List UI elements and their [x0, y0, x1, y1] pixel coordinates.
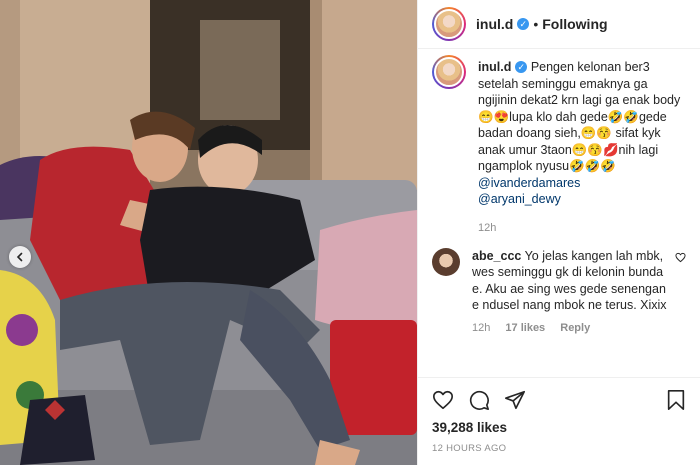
post-photo[interactable]: [0, 0, 417, 465]
likes-count[interactable]: 39,288 likes: [432, 420, 686, 435]
heart-icon: [433, 390, 453, 410]
commenter-avatar[interactable]: [432, 247, 460, 276]
caption-text: Pengen kelonan ber3 setelah seminggu ema…: [478, 60, 681, 173]
caption-text-block: inul.d ✓ Pengen kelonan ber3 setelah semi…: [478, 59, 686, 208]
comment-like-button[interactable]: [675, 250, 686, 314]
comments-area: inul.d ✓ Pengen kelonan ber3 setelah semi…: [418, 49, 700, 377]
caption-avatar[interactable]: [432, 55, 466, 89]
caption-mention[interactable]: @aryani_dewy: [478, 191, 686, 208]
chevron-left-icon: [16, 252, 23, 262]
post-sidebar: inul.d ✓ • Following inul.d ✓ Pengen kelo…: [417, 0, 700, 465]
save-button[interactable]: [666, 389, 686, 411]
post-header: inul.d ✓ • Following: [418, 0, 700, 49]
separator-dot: •: [533, 16, 539, 32]
verified-icon: ✓: [517, 18, 530, 30]
following-button[interactable]: Following: [542, 16, 607, 32]
comment-age[interactable]: 12h: [472, 322, 490, 334]
comment-likes[interactable]: 17 likes: [505, 322, 545, 334]
comment-text-block: abe_ccc Yo jelas kangen lah mbk, wes sem…: [472, 248, 667, 314]
caption: inul.d ✓ Pengen kelonan ber3 setelah semi…: [432, 55, 686, 208]
post-actions: 39,288 likes 12 HOURS AGO: [418, 377, 700, 465]
heart-icon: [675, 252, 686, 262]
reply-button[interactable]: Reply: [560, 322, 590, 334]
instagram-post: inul.d ✓ • Following inul.d ✓ Pengen kelo…: [0, 0, 700, 465]
caption-mention[interactable]: @ivanderdamares: [478, 175, 686, 192]
comment-item: abe_ccc Yo jelas kangen lah mbk, wes sem…: [432, 247, 686, 314]
author-avatar[interactable]: [432, 7, 466, 41]
photo-illustration: [0, 0, 417, 465]
action-icons: [432, 388, 686, 412]
caption-username[interactable]: inul.d: [478, 60, 511, 74]
comment-meta: 12h 17 likes Reply: [472, 322, 686, 334]
like-button[interactable]: [432, 389, 454, 411]
share-icon: [505, 390, 525, 410]
commenter-username[interactable]: abe_ccc: [472, 249, 521, 263]
share-button[interactable]: [504, 389, 526, 411]
author-username[interactable]: inul.d: [476, 16, 513, 32]
verified-icon: ✓: [515, 61, 528, 74]
comment-icon: [469, 390, 489, 410]
comment-button[interactable]: [468, 389, 490, 411]
posted-time[interactable]: 12 HOURS AGO: [432, 443, 686, 454]
carousel-prev-button[interactable]: [9, 246, 31, 268]
bookmark-icon: [667, 390, 685, 410]
caption-age[interactable]: 12h: [478, 222, 686, 234]
